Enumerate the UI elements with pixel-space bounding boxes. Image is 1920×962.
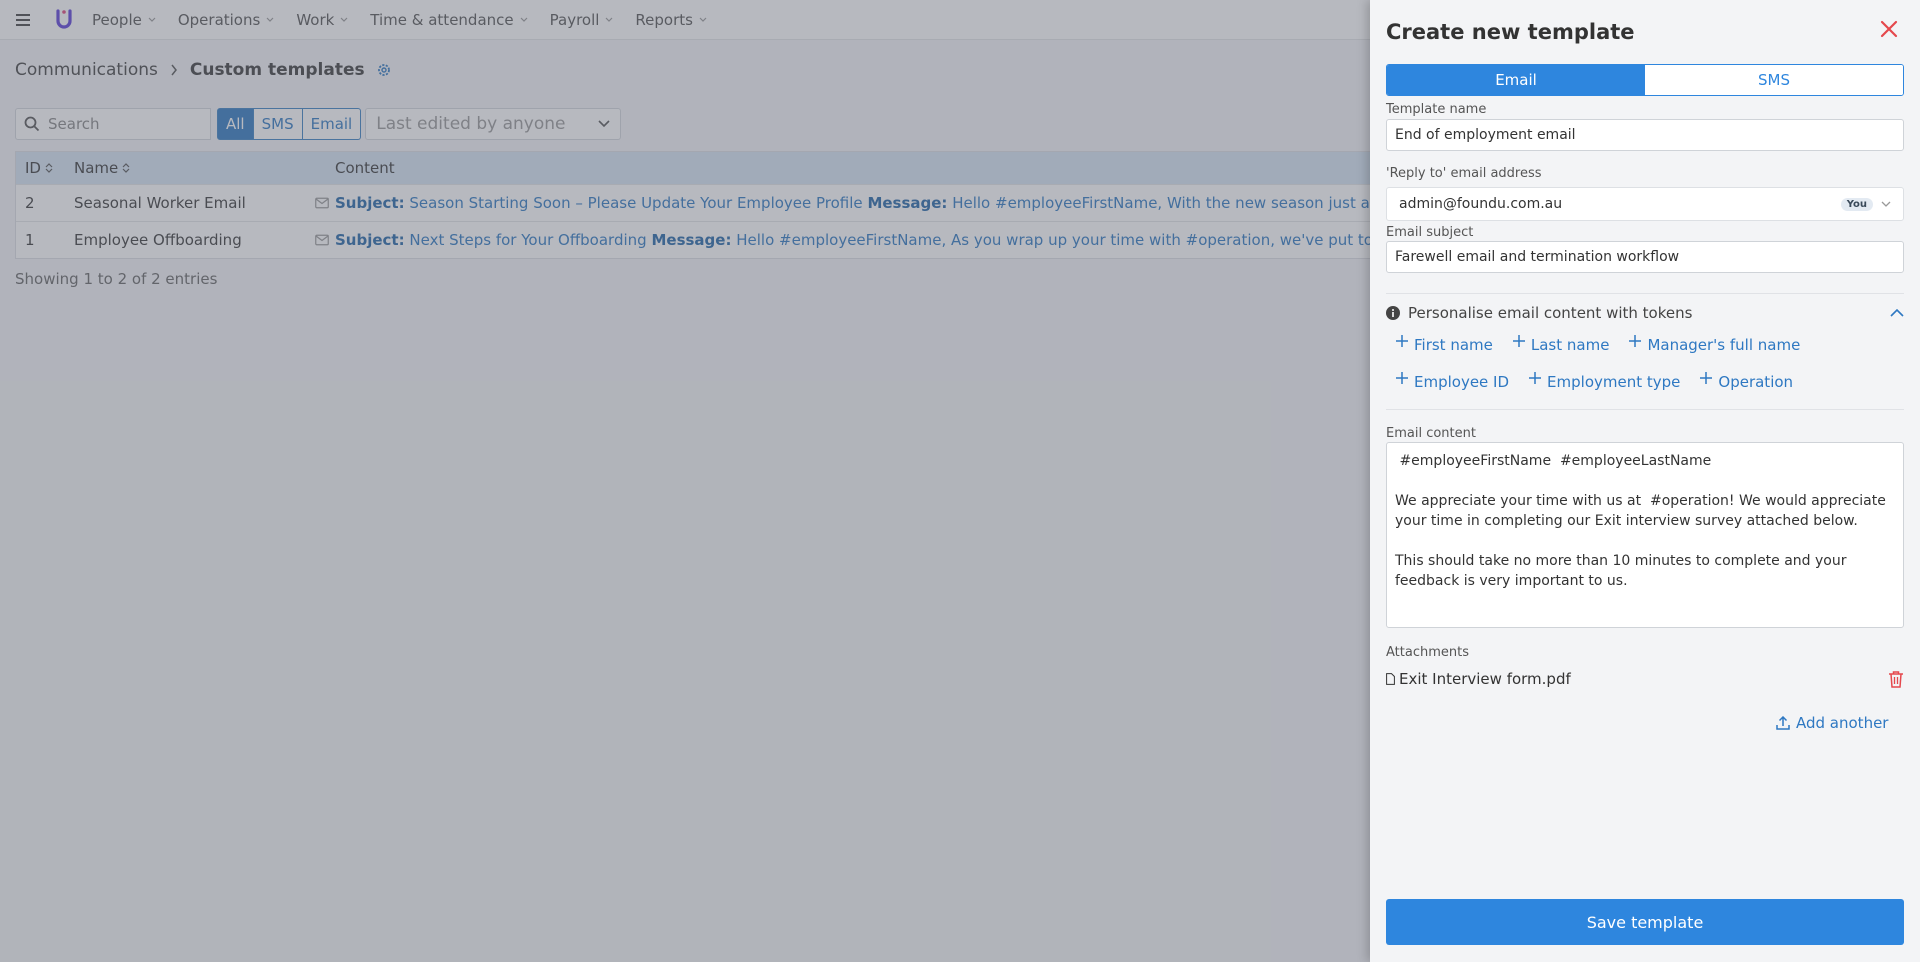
file-icon — [1386, 673, 1395, 685]
attachments-label: Attachments — [1386, 645, 1469, 660]
template-name-input[interactable] — [1386, 119, 1904, 151]
save-template-button[interactable]: Save template — [1386, 899, 1904, 945]
reply-to-value: admin@foundu.com.au — [1399, 196, 1563, 212]
reply-to-label: 'Reply to' email address — [1386, 166, 1542, 181]
email-content-textarea[interactable]: #employeeFirstName #employeeLastName We … — [1386, 442, 1904, 628]
divider — [1386, 409, 1904, 410]
plus-icon — [1396, 372, 1408, 384]
close-button[interactable] — [1878, 18, 1900, 40]
tab-sms[interactable]: SMS — [1645, 65, 1903, 95]
tab-email[interactable]: Email — [1387, 65, 1645, 95]
chevron-up-icon — [1890, 309, 1904, 317]
token-manager-full-name[interactable]: Manager's full name — [1629, 335, 1800, 354]
chevron-down-icon — [1881, 201, 1891, 207]
drawer-title: Create new template — [1386, 20, 1635, 44]
email-content-label: Email content — [1386, 426, 1476, 441]
token-operation[interactable]: Operation — [1700, 372, 1793, 391]
create-template-drawer: Create new template Email SMS Template n… — [1370, 0, 1920, 962]
token-last-name[interactable]: Last name — [1512, 335, 1609, 354]
token-first-name[interactable]: First name — [1396, 335, 1493, 354]
token-employment-type[interactable]: Employment type — [1529, 372, 1680, 391]
you-badge: You — [1840, 197, 1873, 211]
divider — [1386, 293, 1904, 294]
info-icon — [1386, 306, 1400, 320]
close-icon — [1880, 20, 1898, 38]
plus-icon — [1629, 335, 1642, 347]
attachment-filename[interactable]: Exit Interview form.pdf — [1399, 670, 1888, 688]
plus-icon — [1529, 372, 1542, 384]
attachment-item: Exit Interview form.pdf — [1386, 670, 1904, 688]
tokens-header-label: Personalise email content with tokens — [1408, 304, 1693, 322]
trash-icon[interactable] — [1888, 670, 1904, 688]
token-employee-id[interactable]: Employee ID — [1396, 372, 1509, 391]
template-type-toggle: Email SMS — [1386, 64, 1904, 96]
email-subject-input[interactable] — [1386, 241, 1904, 273]
plus-icon — [1700, 372, 1713, 384]
upload-icon — [1776, 716, 1790, 730]
add-attachment-label: Add another — [1796, 714, 1889, 732]
plus-icon — [1512, 335, 1525, 347]
email-subject-label: Email subject — [1386, 225, 1474, 240]
template-name-label: Template name — [1386, 102, 1487, 117]
plus-icon — [1396, 335, 1408, 347]
tokens-section-header[interactable]: Personalise email content with tokens — [1386, 304, 1904, 322]
add-attachment-button[interactable]: Add another — [1776, 714, 1888, 732]
reply-to-select[interactable]: admin@foundu.com.au You — [1386, 187, 1904, 221]
